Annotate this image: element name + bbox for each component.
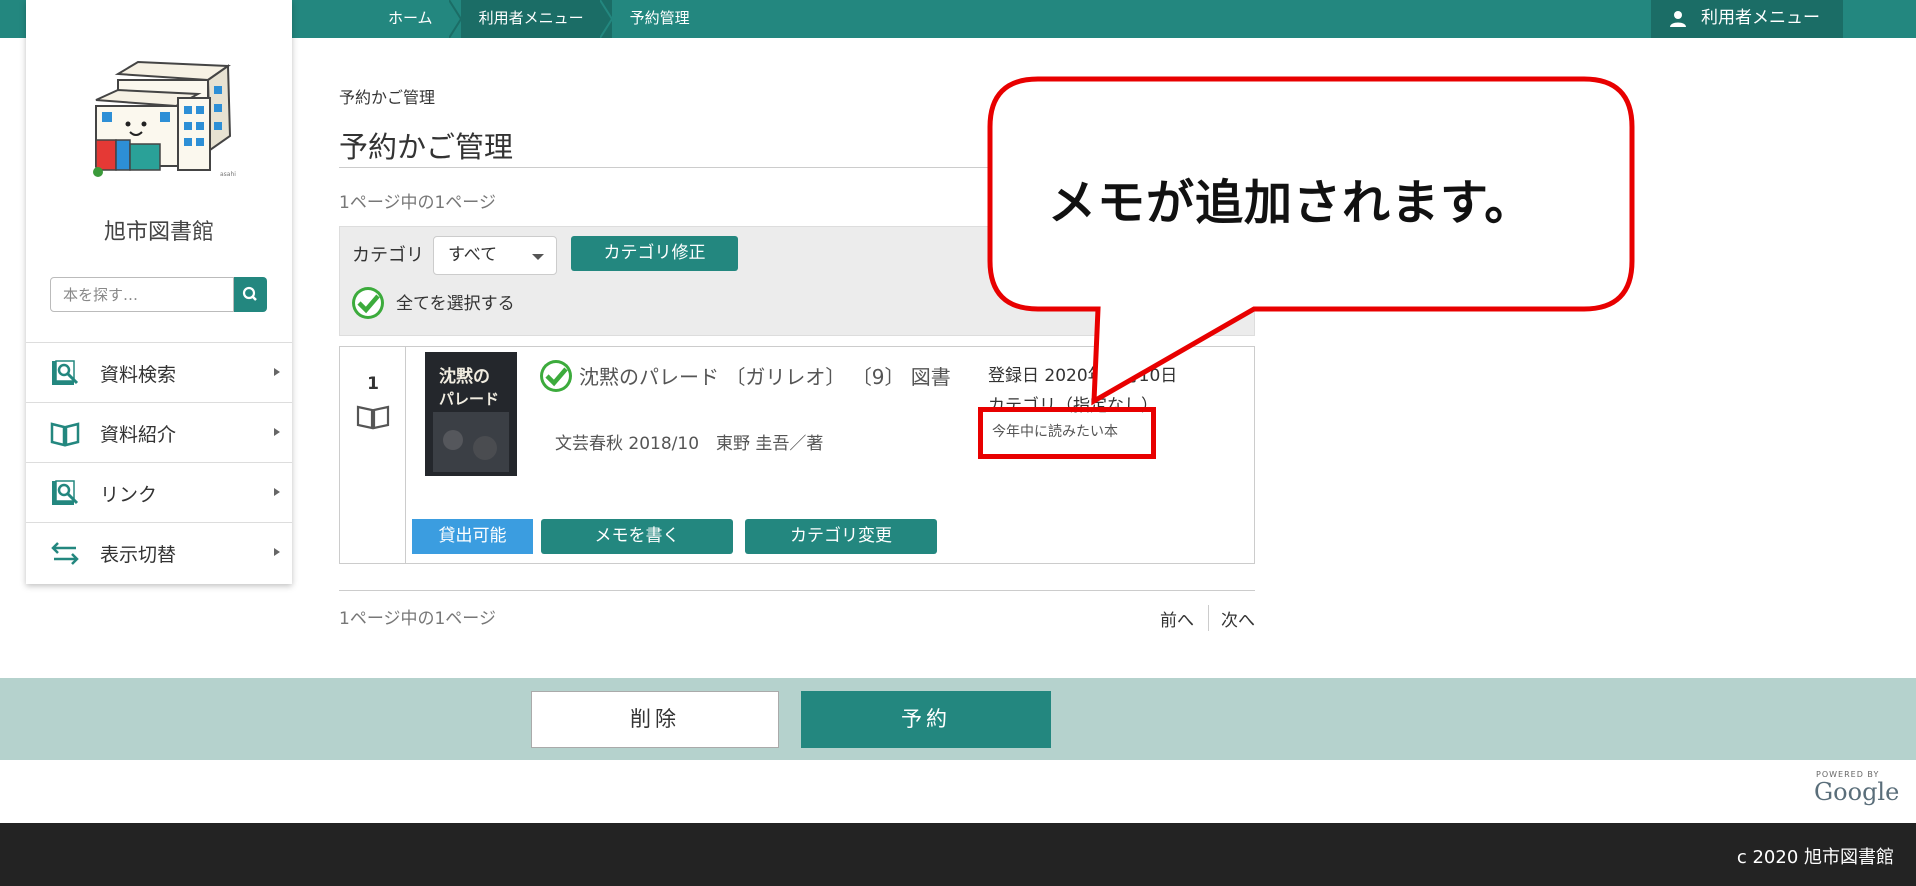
write-memo-button[interactable]: メモを書く: [541, 519, 733, 554]
speech-bubble-callout: [987, 76, 1635, 406]
svg-text:沈黙の: 沈黙の: [439, 366, 490, 387]
footer: c 2020 旭市図書館: [0, 823, 1916, 886]
sidebar-search: [50, 277, 267, 312]
book-cover-art: 沈黙の パレード: [425, 352, 517, 476]
sidebar-menu: 資料検索 資料紹介 リンク 表示切替: [26, 342, 292, 582]
user-menu-button[interactable]: 利用者メニュー: [1651, 0, 1843, 38]
book-cover-image[interactable]: 沈黙の パレード: [425, 352, 517, 476]
breadcrumb-home[interactable]: ホーム: [370, 0, 462, 38]
copyright-text: c 2020 旭市図書館: [1736, 847, 1894, 868]
search-icon: [242, 286, 257, 301]
page-count-bottom: 1ページ中の1ページ: [339, 609, 496, 629]
breadcrumb-user-menu[interactable]: 利用者メニュー: [460, 0, 613, 38]
page-count-top: 1ページ中の1ページ: [339, 193, 496, 213]
callout-text: メモが追加されます。: [1048, 175, 1534, 231]
magnifier-book-icon: [52, 360, 79, 385]
select-all-label[interactable]: 全てを選択する: [396, 289, 515, 314]
breadcrumb-home-label: ホーム: [388, 9, 433, 27]
write-memo-label: メモを書く: [594, 526, 680, 546]
chevron-right-icon: [274, 548, 280, 556]
powered-by-google-logo: POWERED BY Google: [1810, 768, 1899, 808]
category-label: カテゴリ: [352, 245, 424, 266]
sidebar: asahi 旭市図書館 資料検索 資料紹介 リンク 表示切替: [26, 0, 292, 584]
sidebar-item-links[interactable]: リンク: [26, 462, 292, 522]
search-button[interactable]: [234, 277, 267, 312]
change-category-button[interactable]: カテゴリ変更: [745, 519, 937, 554]
category-edit-button[interactable]: カテゴリ修正: [571, 236, 738, 271]
user-icon: [1670, 11, 1686, 27]
sidebar-item-material-search[interactable]: 資料検索: [26, 342, 292, 402]
select-all-checkbox-icon[interactable]: [351, 286, 385, 320]
breadcrumb-current: 予約管理: [612, 0, 718, 38]
chevron-right-icon: [274, 488, 280, 496]
book-search-input[interactable]: [50, 277, 234, 312]
book-publication-info: 文芸春秋 2018/10 東野 圭吾／著: [555, 434, 824, 454]
page-subtitle: 予約かご管理: [339, 88, 436, 107]
availability-status-badge: 貸出可能: [412, 519, 533, 554]
library-logo[interactable]: asahi: [78, 56, 268, 188]
breadcrumb-current-label: 予約管理: [629, 9, 690, 27]
user-menu-label: 利用者メニュー: [1701, 8, 1820, 28]
pager-prev-link[interactable]: 前へ: [1160, 606, 1194, 631]
category-select[interactable]: すべて: [433, 236, 557, 275]
breadcrumb-user-menu-label: 利用者メニュー: [478, 9, 584, 27]
sidebar-item-label: 資料検索: [100, 364, 177, 386]
library-name: 旭市図書館: [103, 220, 214, 245]
item-number: 1: [367, 374, 379, 394]
swap-arrows-icon: [51, 542, 79, 565]
chevron-down-icon: [532, 254, 544, 260]
breadcrumb: ホーム 利用者メニュー 予約管理: [370, 0, 718, 38]
magnifier-book-icon: [52, 480, 79, 505]
library-building-logo-icon: asahi: [93, 60, 236, 178]
action-bar: 削除 予約: [0, 678, 1916, 760]
google-wordmark: Google: [1814, 778, 1900, 806]
list-bottom-divider: [339, 590, 1255, 591]
reserve-button[interactable]: 予約: [801, 691, 1051, 748]
sidebar-item-label: 資料紹介: [100, 424, 177, 446]
svg-text:asahi: asahi: [220, 171, 236, 178]
item-select-checkbox-icon[interactable]: [539, 359, 573, 393]
item-number-column: 1: [340, 347, 406, 563]
category-edit-label: カテゴリ修正: [603, 243, 706, 263]
page-title: 予約かご管理: [339, 130, 514, 164]
sidebar-item-material-intro[interactable]: 資料紹介: [26, 402, 292, 462]
sidebar-item-label: 表示切替: [100, 544, 177, 566]
chevron-right-icon: [274, 428, 280, 436]
svg-text:パレード: パレード: [439, 390, 499, 408]
pager-divider: [1208, 605, 1209, 631]
sidebar-item-label: リンク: [100, 484, 158, 506]
open-book-icon: [50, 422, 80, 447]
change-category-label: カテゴリ変更: [790, 526, 892, 546]
category-selected-value: すべて: [448, 245, 498, 265]
book-icon: [356, 405, 390, 430]
chevron-right-icon: [274, 368, 280, 376]
delete-button[interactable]: 削除: [531, 691, 779, 748]
pager-next-link[interactable]: 次へ: [1221, 606, 1255, 631]
sidebar-item-display-toggle[interactable]: 表示切替: [26, 522, 292, 582]
